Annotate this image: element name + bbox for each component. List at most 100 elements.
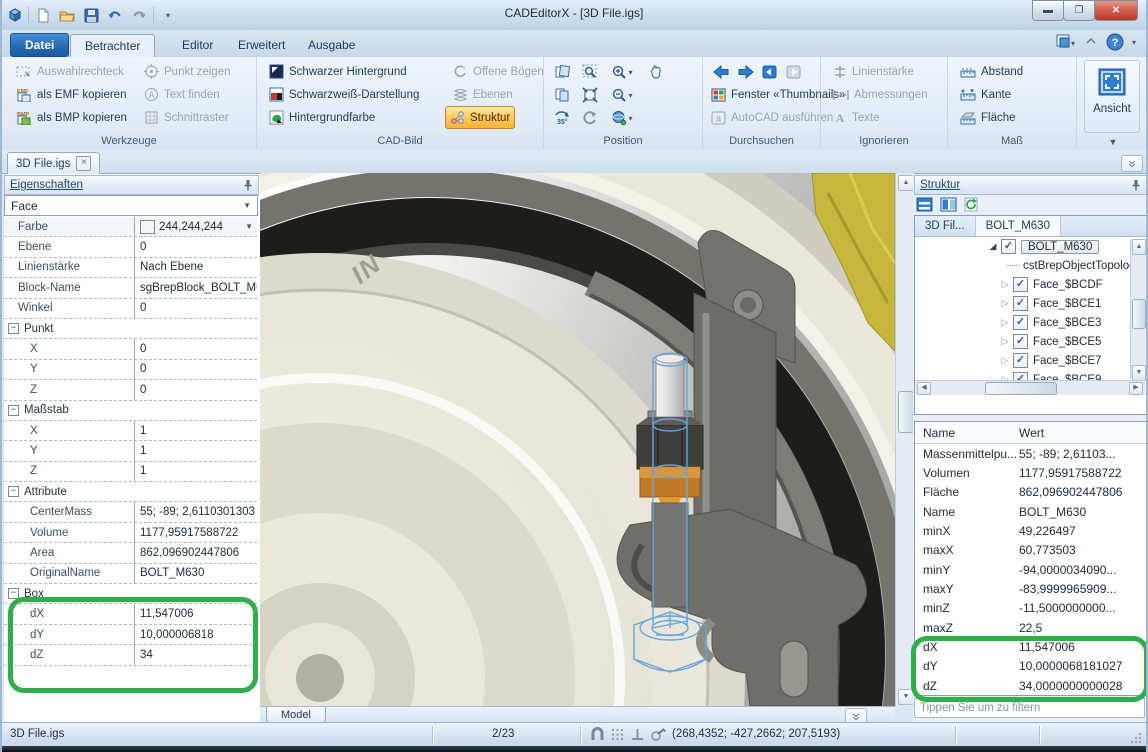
tree-item[interactable]: cstBrepObjectTopolog xyxy=(915,256,1146,275)
ansicht-button[interactable]: Ansicht xyxy=(1084,60,1140,133)
table-row[interactable]: Volumen1177,95917588722 xyxy=(915,463,1146,482)
close-button[interactable]: ✕ xyxy=(1094,0,1138,21)
scroll-right-icon[interactable]: ▶ xyxy=(1129,382,1143,395)
tab-ausgabe[interactable]: Ausgabe xyxy=(294,34,369,56)
table-row[interactable]: minY-94,0000034090... xyxy=(915,560,1146,579)
autocad-button[interactable]: a AutoCAD ausführen xyxy=(707,107,837,128)
property-group-row[interactable]: −Maßstab xyxy=(4,401,257,421)
table-row[interactable]: dY10,0000068181027 xyxy=(915,657,1146,676)
property-row[interactable]: Y1 xyxy=(4,441,257,461)
pin-icon[interactable] xyxy=(243,179,253,191)
tab-datei[interactable]: Datei xyxy=(10,33,69,57)
collapse-ribbon-icon[interactable] xyxy=(1084,37,1098,47)
tree-item[interactable]: ▷✓Face_$BCE3 xyxy=(915,313,1146,332)
collapse-box-icon[interactable]: − xyxy=(8,405,19,416)
table-row[interactable]: dX11,547006 xyxy=(915,637,1146,656)
property-row[interactable]: dX11,547006 xyxy=(4,604,257,624)
texte-button[interactable]: A Texte xyxy=(829,107,884,128)
filter-input[interactable]: Tippen Sie um zu filtern xyxy=(914,698,1145,718)
kante-button[interactable]: Kante xyxy=(956,84,1015,105)
tab-editor[interactable]: Editor xyxy=(168,34,227,56)
text-finden-button[interactable]: A Text finden xyxy=(140,84,224,105)
pin-icon[interactable] xyxy=(1131,179,1141,191)
forward-arrow-button[interactable] xyxy=(733,61,757,83)
checkbox-checked-icon[interactable]: ✓ xyxy=(1013,372,1028,380)
previous-view-button[interactable] xyxy=(578,107,602,129)
property-row[interactable]: dZ34 xyxy=(4,645,257,665)
model-sheet-tab[interactable]: Model xyxy=(266,707,326,723)
zoom-out-button[interactable]: ▾ xyxy=(606,84,638,106)
structure-panel-header[interactable]: Struktur xyxy=(914,175,1147,195)
tree-tab-file[interactable]: 3D Fil... xyxy=(915,216,976,236)
docstrip-chevron-button[interactable] xyxy=(1121,155,1143,172)
snap-icon[interactable] xyxy=(590,727,605,742)
tree-item[interactable]: ▷✓Face_$BCE1 xyxy=(915,294,1146,313)
table-row[interactable]: dZ34,0000000000028 xyxy=(915,676,1146,695)
property-row[interactable]: Volume1177,95917588722 xyxy=(4,523,257,543)
help-icon[interactable]: ? xyxy=(1106,33,1124,51)
minimize-button[interactable]: ▬ xyxy=(1032,0,1064,21)
viewport-vertical-scrollbar[interactable]: ▲ ▼ xyxy=(895,173,914,706)
tree-root-row[interactable]: ◢ ✓ BOLT_M630 xyxy=(915,237,1146,256)
tree-expanded-icon[interactable]: ◢ xyxy=(987,241,999,252)
scroll-up-icon[interactable]: ▲ xyxy=(898,175,914,191)
property-row[interactable]: OriginalNameBOLT_M630 xyxy=(4,564,257,584)
hintergrundfarbe-button[interactable]: Hintergrundfarbe xyxy=(265,107,379,128)
schwarzweiss-button[interactable]: Schwarzweiß-Darstellung xyxy=(265,84,423,105)
color-dropdown-icon[interactable]: ▼ xyxy=(245,222,257,231)
scrollbar-thumb[interactable] xyxy=(1132,299,1146,329)
rotate-35-button[interactable]: 35° xyxy=(550,107,574,129)
column-header-wert[interactable]: Wert xyxy=(1019,426,1146,440)
checkbox-checked-icon[interactable]: ✓ xyxy=(1001,239,1016,254)
zoom-window-button[interactable] xyxy=(578,61,602,83)
property-row[interactable]: Farbe 244,244,244 ▼ xyxy=(4,217,257,237)
page-forward-button[interactable] xyxy=(781,61,805,83)
tree-horizontal-scrollbar[interactable]: ◀ ▶ xyxy=(915,380,1146,395)
column-header-name[interactable]: Name xyxy=(915,426,1019,440)
property-row[interactable]: X1 xyxy=(4,421,257,441)
checkbox-checked-icon[interactable]: ✓ xyxy=(1013,334,1028,349)
abmessungen-button[interactable]: Abmessungen xyxy=(829,84,932,105)
document-tab[interactable]: 3D File.igs × xyxy=(7,152,100,174)
tree-tab-bolt[interactable]: BOLT_M630 xyxy=(976,216,1061,236)
collapse-box-icon[interactable]: − xyxy=(8,486,19,497)
table-row[interactable]: maxZ22,5 xyxy=(915,618,1146,637)
auswahlrechteck-button[interactable]: Auswahlrechteck xyxy=(12,61,128,82)
scroll-down-icon[interactable]: ▼ xyxy=(1132,365,1146,380)
split-columns-icon[interactable] xyxy=(940,197,958,212)
property-row[interactable]: Ebene0 xyxy=(4,237,257,257)
table-row[interactable]: maxY-83,9999965909... xyxy=(915,579,1146,598)
collapse-box-icon[interactable]: − xyxy=(8,323,19,334)
refresh-icon[interactable] xyxy=(964,197,980,212)
zoom-in-button[interactable]: ▾ xyxy=(606,61,638,83)
scroll-down-icon[interactable]: ▼ xyxy=(898,689,914,705)
orbit-3d-button[interactable]: ▾ xyxy=(606,107,638,129)
back-arrow-button[interactable] xyxy=(709,61,733,83)
property-group-row[interactable]: −Box xyxy=(4,584,257,604)
property-row[interactable]: X0 xyxy=(4,339,257,359)
pan-hand-button[interactable] xyxy=(644,61,668,83)
copy-emf-button[interactable]: EMF als EMF kopieren xyxy=(12,84,130,105)
property-row[interactable]: Y0 xyxy=(4,360,257,380)
tree-item[interactable]: ▷✓Face_$BCE9 xyxy=(915,370,1146,380)
checkbox-checked-icon[interactable]: ✓ xyxy=(1013,277,1028,292)
collapse-box-icon[interactable]: − xyxy=(8,588,19,599)
flaeche-button[interactable]: Fläche xyxy=(956,107,1020,128)
scrollbar-thumb[interactable] xyxy=(898,391,914,433)
schwarzer-hintergrund-button[interactable]: Schwarzer Hintergrund xyxy=(265,61,411,82)
tree-item[interactable]: ▷✓Face_$BCE7 xyxy=(915,351,1146,370)
property-row[interactable]: Z1 xyxy=(4,462,257,482)
table-row[interactable]: NameBOLT_M630 xyxy=(915,502,1146,521)
linienstaerke-button[interactable]: Linienstärke xyxy=(829,61,918,82)
abstand-button[interactable]: Abstand xyxy=(956,61,1027,82)
offene-boegen-button[interactable]: Offene Bögen xyxy=(449,61,548,82)
property-group-row[interactable]: −Punkt xyxy=(4,319,257,339)
table-row[interactable]: Fläche862,096902447806 xyxy=(915,483,1146,502)
tree-item[interactable]: ▷✓Face_$BCDF xyxy=(915,275,1146,294)
property-row[interactable]: Area862,096902447806 xyxy=(4,543,257,563)
scrollbar-thumb[interactable] xyxy=(985,382,1057,395)
3d-viewport[interactable]: IN xyxy=(260,173,895,706)
ortho-icon[interactable] xyxy=(630,727,645,742)
zoom-extents-button[interactable] xyxy=(578,84,602,106)
scroll-up-icon[interactable]: ▲ xyxy=(1132,239,1146,255)
